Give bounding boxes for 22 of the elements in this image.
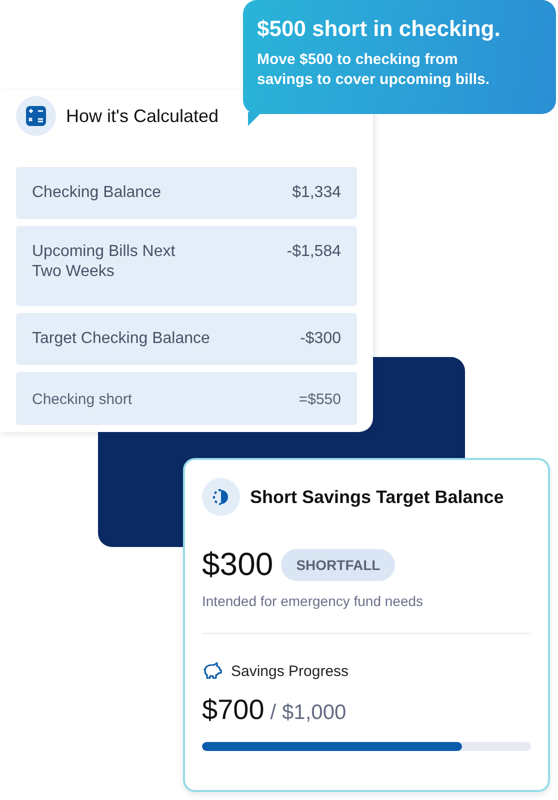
card-title: Short Savings Target Balance: [250, 486, 504, 508]
status-badge: SHORTFALL: [281, 548, 396, 580]
progress-label: Savings Progress: [231, 662, 349, 680]
calculator-icon: [16, 96, 56, 136]
amount: $300: [202, 546, 274, 583]
card-title: How it's Calculated: [66, 106, 218, 126]
bubble-tail: [248, 112, 262, 126]
target-amount: / $1,000: [270, 701, 346, 725]
half-circle-icon: [202, 478, 240, 516]
current-amount: $700: [202, 694, 264, 726]
alert-title: $500 short in checking.: [257, 16, 502, 42]
row-value: -$300: [300, 329, 341, 349]
row-label: Checking short: [32, 390, 132, 410]
row-value: =$550: [298, 390, 341, 410]
row-value: -$1,584: [286, 242, 341, 262]
row-label: Target Checking Balance: [32, 329, 210, 349]
row-label: Upcoming Bills Next Two Weeks: [32, 242, 176, 282]
row-label: Checking Balance: [32, 183, 161, 203]
description: Intended for emergency fund needs: [202, 593, 424, 609]
piggy-bank-icon: [202, 662, 222, 680]
alert-message: Move $500 to checking from savings to cover upcoming bills.: [257, 50, 491, 90]
row-value: $1,334: [292, 183, 341, 203]
